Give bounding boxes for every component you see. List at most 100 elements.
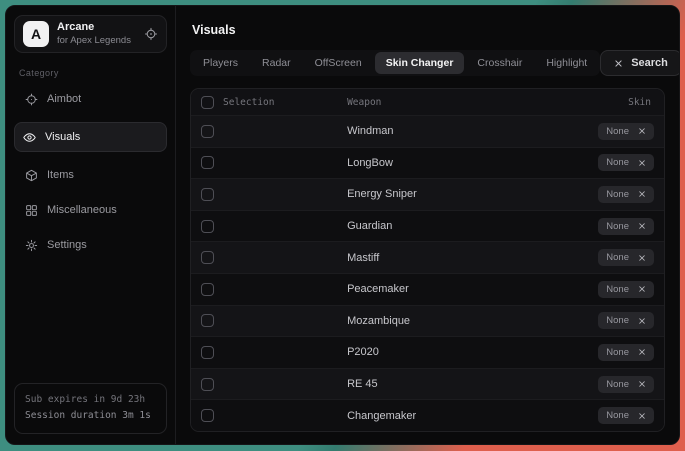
- skin-badge-label: None: [606, 379, 629, 390]
- sidebar-item-label: Aimbot: [47, 93, 81, 105]
- grid-icon: [25, 204, 38, 217]
- app-window: A Arcane for Apex Legends Category Aimbo…: [5, 5, 680, 445]
- skin-badge-label: None: [606, 347, 629, 358]
- skin-badge[interactable]: None: [598, 249, 654, 266]
- sidebar-item-aimbot[interactable]: Aimbot: [16, 85, 165, 113]
- skin-badge-label: None: [606, 189, 629, 200]
- sidebar-item-label: Items: [47, 169, 74, 181]
- table-row: Changemaker None: [191, 399, 664, 431]
- app-logo: A: [23, 21, 49, 47]
- app-subtitle: for Apex Legends: [57, 35, 131, 47]
- clear-skin-icon[interactable]: [638, 412, 646, 420]
- main-panel: Visuals Players Radar OffScreen Skin Cha…: [176, 6, 679, 444]
- select-all-checkbox[interactable]: [201, 96, 214, 109]
- target-icon[interactable]: [144, 27, 158, 41]
- row-checkbox[interactable]: [201, 378, 214, 391]
- skin-badge[interactable]: None: [598, 154, 654, 171]
- skin-badge[interactable]: None: [598, 281, 654, 298]
- skin-badge[interactable]: None: [598, 186, 654, 203]
- skin-badge-label: None: [606, 410, 629, 421]
- skin-badge-label: None: [606, 126, 629, 137]
- eye-icon: [23, 131, 36, 144]
- clear-skin-icon[interactable]: [638, 159, 646, 167]
- column-header-skin: Skin: [628, 97, 651, 108]
- sidebar-item-label: Settings: [47, 239, 87, 251]
- search-button-label: Search: [631, 57, 668, 69]
- weapon-name: Windman: [347, 125, 393, 137]
- row-checkbox[interactable]: [201, 125, 214, 138]
- skin-badge[interactable]: None: [598, 376, 654, 393]
- skin-table: Selection Weapon Skin Windman None LongB…: [190, 88, 665, 432]
- weapon-name: Changemaker: [347, 410, 416, 422]
- tabstrip: Players Radar OffScreen Skin Changer Cro…: [190, 50, 600, 76]
- table-row: Guardian None: [191, 210, 664, 242]
- sidebar-item-miscellaneous[interactable]: Miscellaneous: [16, 196, 165, 224]
- clear-skin-icon[interactable]: [638, 348, 646, 356]
- clear-skin-icon[interactable]: [638, 222, 646, 230]
- session-duration-text: Session duration 3m 1s: [25, 408, 156, 425]
- table-row: Peacemaker None: [191, 273, 664, 305]
- toolbar: Players Radar OffScreen Skin Changer Cro…: [190, 50, 665, 76]
- sidebar-item-label: Visuals: [45, 131, 80, 143]
- weapon-name: Energy Sniper: [347, 188, 417, 200]
- sidebar-item-label: Miscellaneous: [47, 204, 117, 216]
- search-button[interactable]: Search: [600, 50, 680, 76]
- skin-badge[interactable]: None: [598, 407, 654, 424]
- table-row: RE 45 None: [191, 368, 664, 400]
- table-header: Selection Weapon Skin: [191, 89, 664, 115]
- tab-radar[interactable]: Radar: [251, 52, 302, 74]
- column-header-weapon: Weapon: [347, 97, 381, 108]
- clear-skin-icon[interactable]: [638, 127, 646, 135]
- weapon-name: Peacemaker: [347, 283, 409, 295]
- brand-card: A Arcane for Apex Legends: [14, 15, 167, 53]
- column-header-selection: Selection: [223, 97, 274, 108]
- table-row: Mozambique None: [191, 305, 664, 337]
- weapon-name: Mozambique: [347, 315, 410, 327]
- tab-players[interactable]: Players: [192, 52, 249, 74]
- sidebar-item-settings[interactable]: Settings: [16, 231, 165, 259]
- row-checkbox[interactable]: [201, 188, 214, 201]
- tab-highlight[interactable]: Highlight: [535, 52, 598, 74]
- sidebar-item-items[interactable]: Items: [16, 161, 165, 189]
- clear-skin-icon[interactable]: [638, 254, 646, 262]
- weapon-name: RE 45: [347, 378, 378, 390]
- row-checkbox[interactable]: [201, 314, 214, 327]
- row-checkbox[interactable]: [201, 251, 214, 264]
- clear-skin-icon[interactable]: [638, 317, 646, 325]
- row-checkbox[interactable]: [201, 283, 214, 296]
- clear-skin-icon[interactable]: [638, 380, 646, 388]
- skin-badge[interactable]: None: [598, 218, 654, 235]
- gear-icon: [25, 239, 38, 252]
- skin-badge[interactable]: None: [598, 312, 654, 329]
- skin-badge-label: None: [606, 252, 629, 263]
- clear-skin-icon[interactable]: [638, 190, 646, 198]
- tab-crosshair[interactable]: Crosshair: [466, 52, 533, 74]
- row-checkbox[interactable]: [201, 346, 214, 359]
- tab-skin-changer[interactable]: Skin Changer: [375, 52, 465, 74]
- skin-badge[interactable]: None: [598, 123, 654, 140]
- sidebar: A Arcane for Apex Legends Category Aimbo…: [6, 6, 176, 444]
- app-name: Arcane: [57, 21, 131, 35]
- sidebar-item-visuals[interactable]: Visuals: [14, 122, 167, 152]
- skin-badge-label: None: [606, 315, 629, 326]
- skin-badge-label: None: [606, 284, 629, 295]
- table-row: Mastiff None: [191, 241, 664, 273]
- weapon-name: P2020: [347, 346, 379, 358]
- clear-skin-icon[interactable]: [638, 285, 646, 293]
- row-checkbox[interactable]: [201, 156, 214, 169]
- page-title: Visuals: [192, 23, 663, 37]
- tab-offscreen[interactable]: OffScreen: [304, 52, 373, 74]
- row-checkbox[interactable]: [201, 220, 214, 233]
- sub-expiry-text: Sub expires in 9d 23h: [25, 392, 156, 409]
- table-row: Energy Sniper None: [191, 178, 664, 210]
- box-icon: [25, 169, 38, 182]
- skin-badge-label: None: [606, 221, 629, 232]
- subscription-status-card: Sub expires in 9d 23h Session duration 3…: [14, 383, 167, 434]
- table-row: LongBow None: [191, 147, 664, 179]
- search-icon: [614, 59, 623, 68]
- skin-badge[interactable]: None: [598, 344, 654, 361]
- row-checkbox[interactable]: [201, 409, 214, 422]
- weapon-name: Guardian: [347, 220, 392, 232]
- skin-badge-label: None: [606, 157, 629, 168]
- weapon-name: Mastiff: [347, 252, 379, 264]
